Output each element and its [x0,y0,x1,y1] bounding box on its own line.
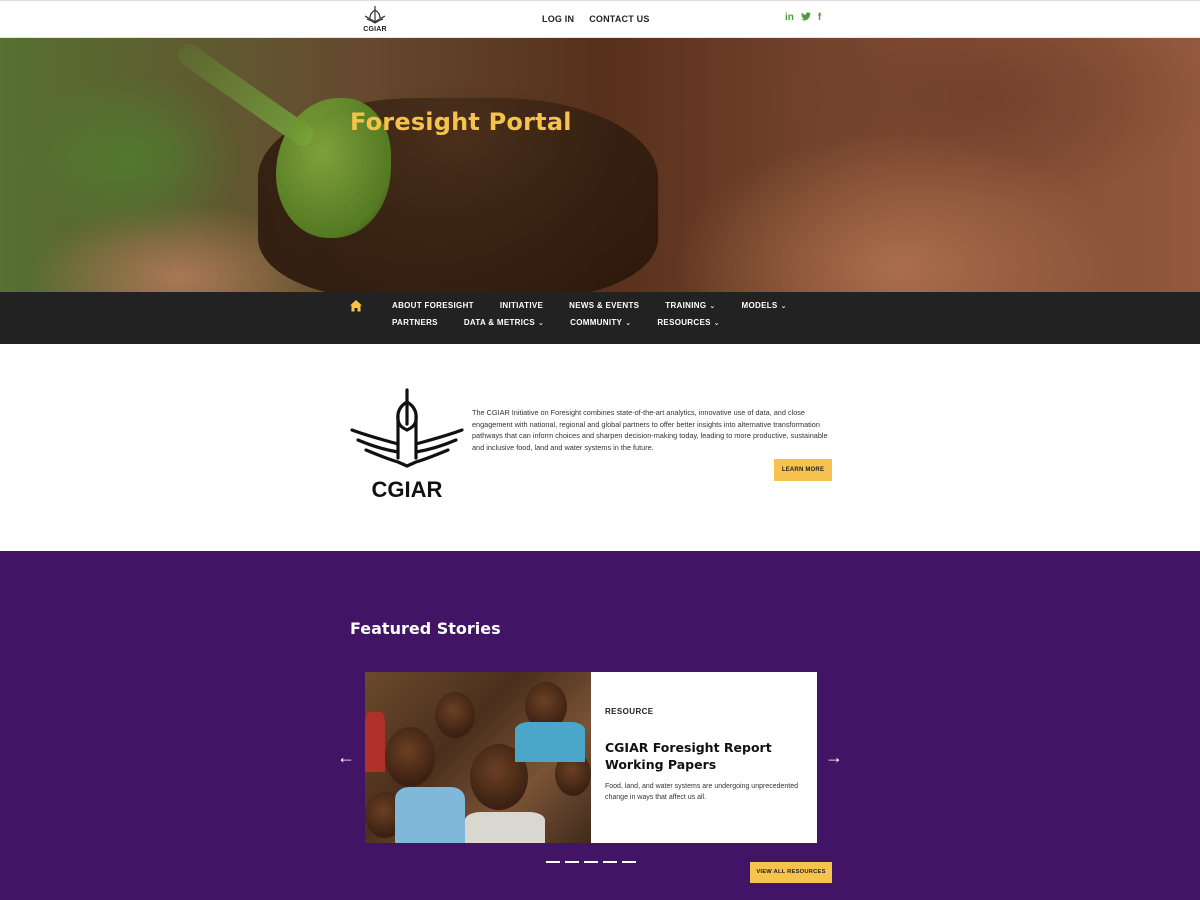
nav-models[interactable]: MODELS ⌄ [742,301,787,310]
cgiar-logo-text: CGIAR [372,477,443,500]
carousel-next-arrow-icon[interactable]: → [823,746,845,768]
contact-us-link[interactable]: CONTACT US [589,14,649,24]
facebook-icon[interactable]: f [818,12,821,24]
nav-row-2: PARTNERS DATA & METRICS ⌄ COMMUNITY ⌄ RESO… [392,318,720,327]
nav-about-foresight[interactable]: ABOUT FORESIGHT [392,301,474,310]
nav-news-events[interactable]: NEWS & EVENTS [569,301,639,310]
chevron-down-icon: ⌄ [709,303,716,310]
social-links: in f [785,12,821,24]
login-link[interactable]: LOG IN [542,14,574,24]
linkedin-icon[interactable]: in [785,12,794,24]
hero-banner [0,38,1200,292]
featured-stories-title: Featured Stories [350,619,501,638]
learn-more-button[interactable]: LEARN MORE [774,459,832,481]
home-icon[interactable] [349,299,363,313]
nav-initiative[interactable]: INITIATIVE [500,301,543,310]
story-card-description: Food, land, and water systems are underg… [605,783,799,801]
carousel-dot[interactable] [584,861,598,863]
story-card-image[interactable] [365,672,591,843]
nav-data-metrics[interactable]: DATA & METRICS ⌄ [464,318,544,327]
carousel-dot[interactable] [546,861,560,863]
chevron-down-icon: ⌄ [625,320,632,327]
nav-partners[interactable]: PARTNERS [392,318,438,327]
chevron-down-icon: ⌄ [780,303,787,310]
twitter-icon[interactable] [800,12,811,24]
chevron-down-icon: ⌄ [537,320,545,327]
top-logo-text: CGIAR [363,26,387,33]
carousel-prev-arrow-icon[interactable]: ← [335,746,357,768]
nav-row-1: ABOUT FORESIGHT INITIATIVE NEWS & EVENTS… [392,301,787,310]
story-card-tag: RESOURCE [605,707,654,716]
carousel-dot[interactable] [603,861,617,863]
nav-training[interactable]: TRAINING ⌄ [665,301,715,310]
cgiar-logo: CGIAR [350,388,464,502]
carousel-dots [546,861,636,863]
story-card-title[interactable]: CGIAR Foresight Report Working Papers [605,739,805,773]
nav-resources[interactable]: RESOURCES ⌄ [657,318,720,327]
nav-community[interactable]: COMMUNITY ⌄ [570,318,631,327]
top-links: LOG IN CONTACT US [542,14,650,24]
carousel-dot[interactable] [622,861,636,863]
hero-overlay [0,38,1200,292]
intro-paragraph: The CGIAR Initiative on Foresight combin… [472,408,828,452]
hero-title: Foresight Portal [350,108,572,136]
chevron-down-icon: ⌄ [713,320,720,327]
view-all-resources-button[interactable]: VIEW ALL RESOURCES [750,862,832,883]
carousel-dot[interactable] [565,861,579,863]
